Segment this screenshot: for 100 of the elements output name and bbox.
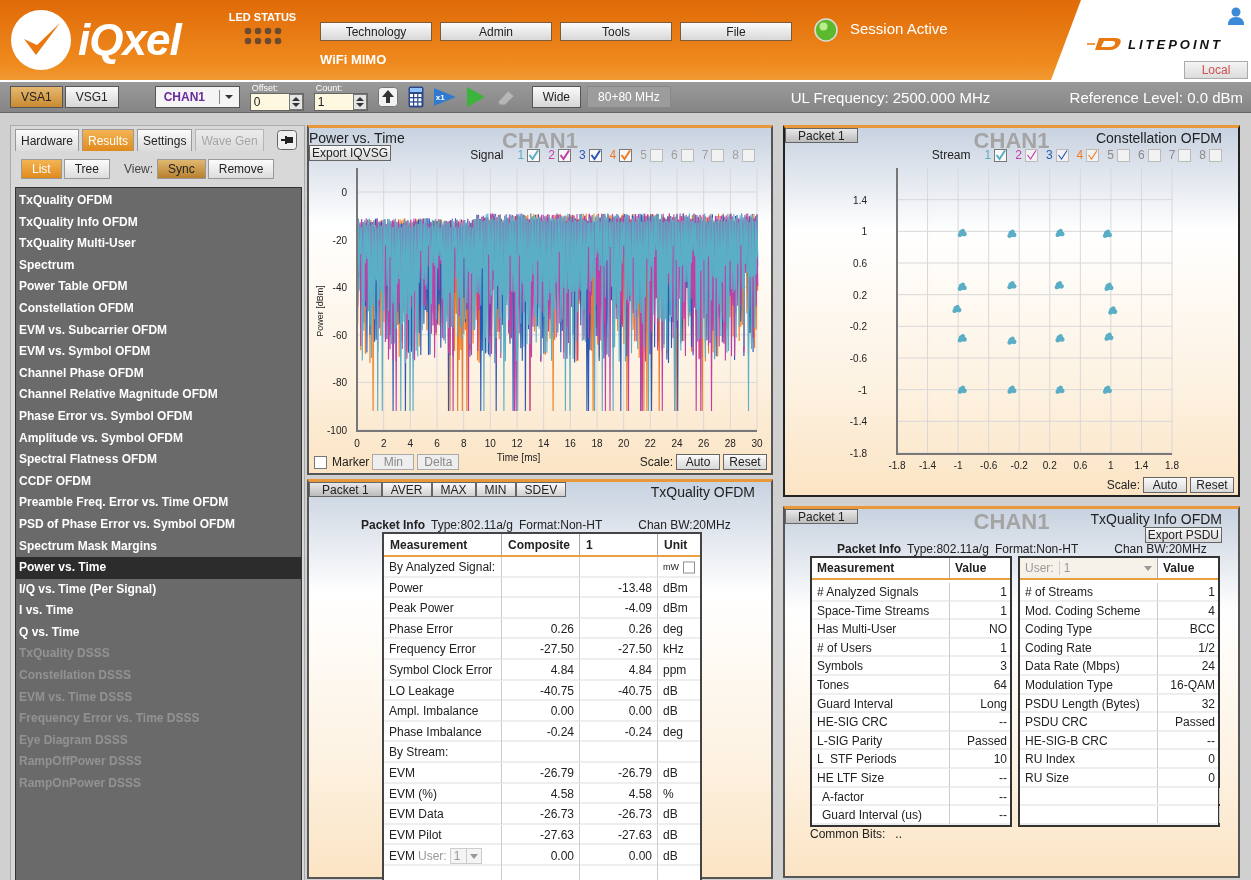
- instrument-tab[interactable]: VSA1: [10, 86, 63, 108]
- packet-tab[interactable]: SDEV: [515, 482, 567, 497]
- result-list-item[interactable]: TxQuality Multi-User: [16, 233, 301, 255]
- result-list-item[interactable]: Power Table OFDM: [16, 276, 301, 298]
- table-cell-text: 32: [1200, 695, 1216, 713]
- constellation-point: [952, 304, 962, 314]
- result-list-item[interactable]: Channel Phase OFDM: [16, 362, 301, 385]
- signal-number: 4: [609, 148, 617, 162]
- table-cell-text: dB: [662, 826, 679, 844]
- packet-tab[interactable]: Packet 1: [785, 509, 858, 524]
- signal-checkbox[interactable]: [619, 148, 633, 162]
- packet-type: Type:802.11a/g: [907, 542, 989, 556]
- result-list-item[interactable]: EVM vs. Symbol OFDM: [16, 341, 301, 363]
- check-logo-icon: [10, 9, 72, 71]
- result-list-item[interactable]: I/Q vs. Time (Per Signal): [16, 578, 301, 601]
- packet-tab[interactable]: Packet 1: [785, 128, 858, 143]
- logo-text: iQxel: [78, 15, 181, 65]
- scale-button[interactable]: Reset: [1190, 477, 1234, 493]
- panel-tab[interactable]: Settings: [137, 129, 193, 151]
- spinner-label: Offset:: [250, 83, 280, 93]
- scale-button[interactable]: Auto: [1143, 477, 1187, 493]
- view-toggle[interactable]: Tree: [63, 159, 110, 179]
- instrument-tab[interactable]: VSG1: [64, 86, 119, 108]
- axis-tick-label: 1.8: [1165, 460, 1179, 471]
- export-button[interactable]: Export IQVSG: [309, 145, 392, 161]
- result-list-item[interactable]: CCDF OFDM: [16, 470, 301, 493]
- result-list-item[interactable]: Amplitude vs. Symbol OFDM: [16, 427, 301, 450]
- unit-toggle-label: mW: [663, 562, 679, 572]
- table-cell-text: --: [1206, 732, 1216, 750]
- table-cell: -26.79: [580, 762, 658, 783]
- result-list-item[interactable]: Spectral Flatness OFDM: [16, 449, 301, 471]
- unit-checkbox[interactable]: [683, 560, 695, 574]
- number-field[interactable]: 1: [313, 92, 368, 111]
- marker-checkbox[interactable]: [314, 455, 327, 469]
- axis-tick-label: -0.2: [849, 321, 867, 333]
- table-cell: Coding Type: [1020, 620, 1158, 639]
- signal-checkbox[interactable]: [557, 148, 571, 162]
- axis-tick-label: 0.6: [1073, 460, 1088, 471]
- menu-button[interactable]: Technology: [320, 22, 432, 41]
- channel-bandwidth: Chan BW:20MHz: [638, 518, 731, 532]
- result-list-item[interactable]: TxQuality OFDM: [16, 190, 301, 212]
- packet-tab[interactable]: Packet 1: [309, 482, 382, 497]
- spinner-arrows-icon[interactable]: [352, 93, 367, 110]
- step-button[interactable]: x1: [433, 88, 456, 106]
- table-cell-text: 24: [1200, 658, 1216, 676]
- result-list-item[interactable]: Q vs. Time: [16, 621, 301, 644]
- packet-format: Format:Non-HT: [518, 518, 603, 532]
- menu-button[interactable]: File: [680, 22, 792, 41]
- export-button[interactable]: Export PSDU: [1144, 527, 1222, 543]
- constellation-point: [1007, 280, 1017, 290]
- axis-tick-label: -100: [327, 425, 347, 436]
- stream-number: 6: [1137, 148, 1145, 162]
- caret-icon: [223, 94, 234, 100]
- panel-tab[interactable]: Hardware: [15, 129, 80, 151]
- result-list-item[interactable]: PSD of Phase Error vs. Symbol OFDM: [16, 513, 301, 536]
- result-list-item[interactable]: Phase Error vs. Symbol OFDM: [16, 405, 301, 428]
- calculator-icon[interactable]: [407, 86, 424, 108]
- table-cell: Phase Error: [384, 618, 502, 639]
- pin-icon[interactable]: [276, 130, 297, 150]
- result-list-item[interactable]: Power vs. Time: [16, 557, 301, 579]
- scale-button[interactable]: Auto: [676, 454, 720, 470]
- spinner-arrows-icon[interactable]: [288, 93, 303, 110]
- view-button[interactable]: Remove: [207, 159, 275, 179]
- user-icon[interactable]: [1228, 7, 1244, 25]
- axis-tick-label: -1: [858, 384, 867, 396]
- led-status-label: LED STATUS: [228, 11, 297, 23]
- result-list-item[interactable]: Channel Relative Magnitude OFDM: [16, 384, 301, 406]
- table-cell: -40.75: [502, 680, 580, 701]
- packet-tab[interactable]: AVER: [381, 482, 432, 497]
- number-field[interactable]: 0: [249, 92, 304, 111]
- result-list-item[interactable]: EVM vs. Subcarrier OFDM: [16, 319, 301, 342]
- result-list-item[interactable]: Spectrum Mask Margins: [16, 535, 301, 558]
- packet-tab[interactable]: MAX: [431, 482, 476, 497]
- packet-tab[interactable]: MIN: [475, 482, 516, 497]
- stream-number: 8: [1199, 148, 1206, 162]
- scale-button[interactable]: Reset: [723, 454, 767, 470]
- constellation-point: [1055, 385, 1065, 394]
- constellation-point: [1055, 228, 1065, 238]
- result-list-item[interactable]: I vs. Time: [16, 600, 301, 622]
- legend-label: Signal: [470, 148, 504, 162]
- column-header: Value: [1162, 560, 1196, 577]
- signal-checkbox[interactable]: [588, 148, 602, 162]
- constellation-point: [1108, 306, 1118, 315]
- axis-tick-label: -60: [332, 329, 347, 341]
- table-cell: A-factor: [812, 787, 950, 806]
- signal-checkbox[interactable]: [527, 148, 541, 162]
- axis-tick-label: 24: [671, 438, 683, 449]
- result-list-item[interactable]: Preamble Freq. Error vs. Time OFDM: [16, 492, 301, 514]
- location-button[interactable]: Local: [1184, 61, 1248, 79]
- menu-button[interactable]: Tools: [560, 22, 672, 41]
- menu-button[interactable]: Admin: [440, 22, 552, 41]
- table-cell: PSDU Length (Bytes): [1020, 694, 1158, 713]
- table-cell: -4.09: [580, 598, 658, 619]
- result-list-item[interactable]: Spectrum: [16, 254, 301, 277]
- view-button[interactable]: Sync: [157, 159, 206, 179]
- bandwidth-button[interactable]: Wide: [531, 86, 582, 108]
- result-list-item[interactable]: Constellation OFDM: [16, 297, 301, 320]
- channel-dropdown[interactable]: CHAN1: [154, 86, 240, 108]
- stream-checkbox[interactable]: [994, 148, 1008, 162]
- result-list-item[interactable]: TxQuality Info OFDM: [16, 211, 301, 234]
